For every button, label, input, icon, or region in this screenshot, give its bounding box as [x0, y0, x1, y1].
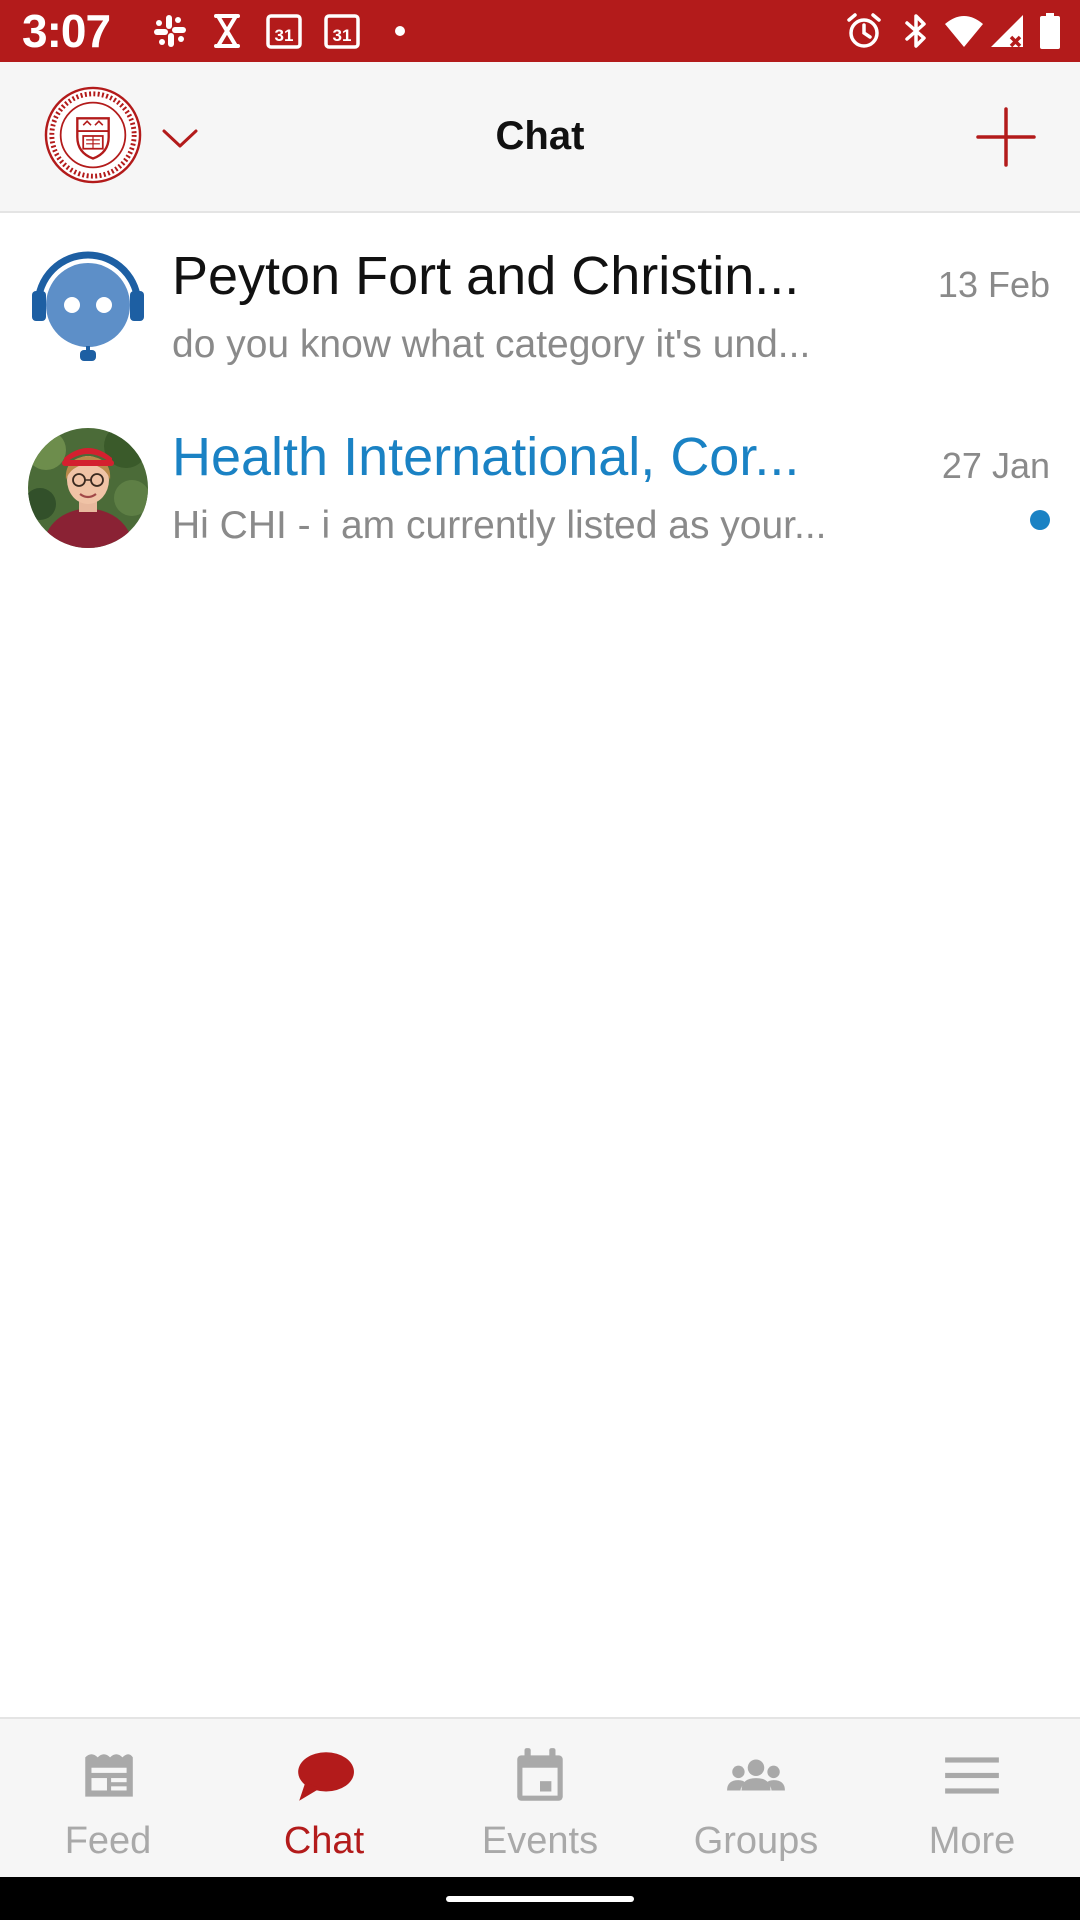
wifi-icon [944, 11, 984, 51]
user-photo-avatar [28, 428, 148, 548]
status-time: 3:07 [22, 5, 111, 57]
signal-icon [987, 11, 1027, 51]
chat-date: 13 Feb [937, 264, 1050, 305]
nav-item-events[interactable]: Events [432, 1719, 648, 1879]
chat-title: Health International, Cor... [172, 427, 800, 487]
menu-icon [941, 1745, 1003, 1807]
plus-icon[interactable] [976, 107, 1036, 167]
top-app-bar: Chat [0, 62, 1080, 213]
nav-item-more[interactable]: More [864, 1719, 1080, 1879]
hourglass-icon [207, 11, 247, 51]
feed-icon [77, 1745, 139, 1807]
chat-message-preview: do you know what category it's und... [172, 323, 811, 366]
nav-label-groups: Groups [693, 1820, 819, 1862]
groups-icon [725, 1745, 787, 1807]
nav-label-feed: Feed [64, 1820, 152, 1862]
system-navigation-bar [0, 1877, 1080, 1920]
chat-bubble-icon [293, 1745, 355, 1807]
unread-indicator [1030, 510, 1050, 530]
calendar-icon [509, 1745, 571, 1807]
nav-label-events: Events [481, 1820, 599, 1862]
calendar-icon: 31 [264, 11, 304, 51]
dot-icon [380, 11, 420, 51]
chat-list: Peyton Fort and Christin... do you know … [0, 213, 1080, 575]
nav-label-more: More [928, 1820, 1016, 1862]
nav-item-chat[interactable]: Chat [216, 1719, 432, 1879]
calendar-day-text: 31 [275, 26, 294, 45]
nav-label-chat: Chat [283, 1820, 365, 1862]
nav-item-groups[interactable]: Groups [648, 1719, 864, 1879]
calendar-day-text: 31 [333, 26, 352, 45]
bot-avatar [28, 247, 148, 367]
bottom-navigation: Feed Chat Events Groups More [0, 1717, 1080, 1879]
nav-item-feed[interactable]: Feed [0, 1719, 216, 1879]
chat-list-item[interactable]: Peyton Fort and Christin... do you know … [0, 213, 1080, 394]
alarm-icon [844, 11, 884, 51]
home-gesture-handle[interactable] [446, 1896, 634, 1902]
calendar-icon: 31 [322, 11, 362, 51]
page-title: Chat [495, 114, 585, 158]
chat-message-preview: Hi CHI - i am currently listed as your..… [172, 504, 827, 547]
bluetooth-icon [896, 11, 936, 51]
chat-date: 27 Jan [941, 445, 1050, 486]
status-bar: 3:07 31 31 [0, 0, 1080, 62]
slack-icon [150, 11, 190, 51]
chat-list-item[interactable]: Health International, Cor... Hi CHI - i … [0, 394, 1080, 575]
battery-icon [1030, 11, 1070, 51]
chat-title: Peyton Fort and Christin... [172, 246, 800, 306]
